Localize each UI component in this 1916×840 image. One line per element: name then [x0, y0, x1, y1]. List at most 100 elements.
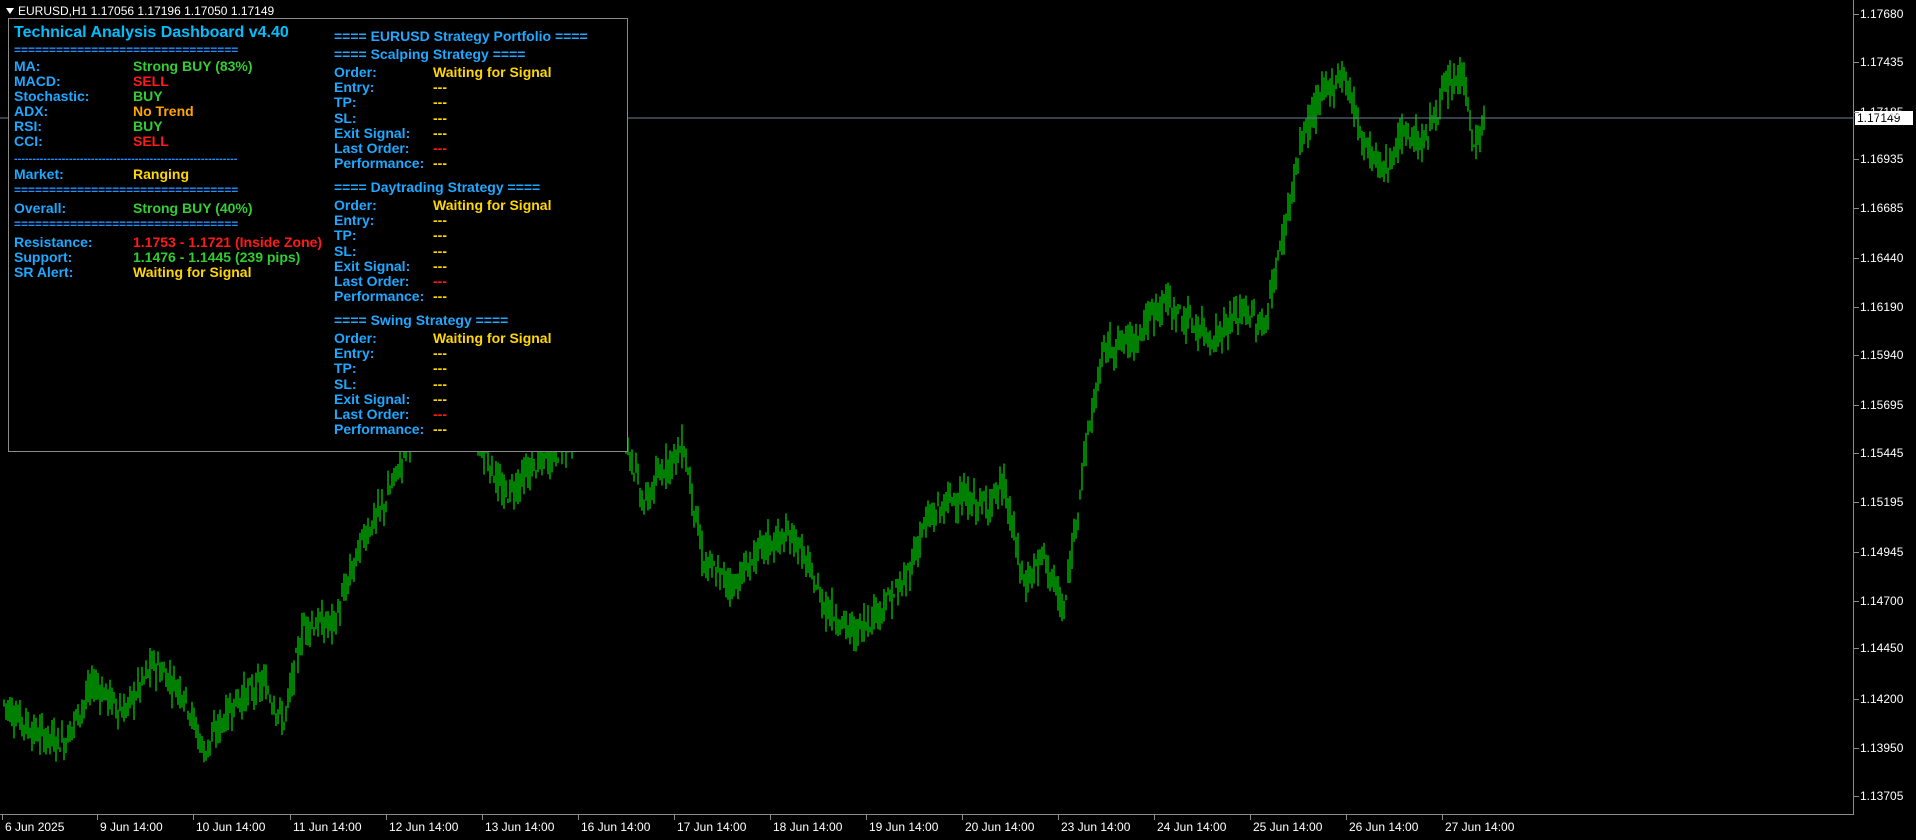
- price-axis-label: 1.14945: [1860, 545, 1904, 559]
- price-axis-tick: [1854, 601, 1859, 602]
- ma-label: MA:: [14, 58, 41, 74]
- price-axis-label: 1.17435: [1860, 55, 1904, 69]
- support-label: Support:: [14, 249, 73, 265]
- swing-entry-label: Entry:: [334, 345, 375, 362]
- scalping-sl-label: SL:: [334, 109, 357, 126]
- price-axis-tick: [1854, 453, 1859, 454]
- price-axis-tick: [1854, 796, 1859, 797]
- scalping-performance-label: Performance:: [334, 155, 425, 172]
- sr-alert-value: Waiting for Signal: [133, 264, 252, 280]
- time-axis-label: 26 Jun 14:00: [1349, 820, 1419, 834]
- price-axis-label: 1.15695: [1860, 398, 1904, 412]
- swing-performance-value: ---: [433, 421, 447, 438]
- daytrading-strategy-title: ==== Daytrading Strategy ====: [334, 179, 541, 195]
- time-axis-label: 18 Jun 14:00: [773, 820, 843, 834]
- dashboard-title: Technical Analysis Dashboard v4.40: [14, 24, 289, 41]
- time-axis-tick: [1154, 815, 1155, 820]
- macd-value: SELL: [133, 73, 169, 89]
- time-axis-tick: [674, 815, 675, 820]
- time-axis-tick: [866, 815, 867, 820]
- sr-alert-label: SR Alert:: [14, 264, 74, 280]
- macd-label: MACD:: [14, 73, 61, 89]
- time-axis-label: 27 Jun 14:00: [1445, 820, 1515, 834]
- separator: ================================: [14, 183, 239, 197]
- scalping-exit-signal-label: Exit Signal:: [334, 124, 411, 141]
- daytrading-last-order-label: Last Order:: [334, 273, 410, 289]
- time-axis-tick: [482, 815, 483, 820]
- cci-label: CCI:: [14, 133, 43, 149]
- scalping-exit-signal-value: ---: [433, 124, 447, 141]
- price-axis-tick: [1854, 748, 1859, 749]
- ma-value: Strong BUY (83%): [133, 58, 253, 74]
- swing-tp-label: TP:: [334, 360, 357, 377]
- scalping-sl-value: ---: [433, 109, 447, 126]
- stochastic-value: BUY: [133, 88, 163, 104]
- daytrading-sl-label: SL:: [334, 242, 357, 259]
- swing-last-order-label: Last Order:: [334, 406, 410, 422]
- time-axis-label: 23 Jun 14:00: [1061, 820, 1131, 834]
- analysis-dashboard: Technical Analysis Dashboard v4.40 =====…: [8, 18, 628, 452]
- resistance-label: Resistance:: [14, 234, 93, 250]
- scalping-order-label: Order:: [334, 64, 377, 80]
- price-axis-label: 1.16935: [1860, 152, 1904, 166]
- price-axis-label: 1.16440: [1860, 251, 1904, 265]
- swing-sl-value: ---: [433, 375, 447, 392]
- price-axis-label: 1.17185: [1860, 105, 1904, 119]
- time-axis-label: 16 Jun 14:00: [581, 820, 651, 834]
- time-axis-label: 12 Jun 14:00: [389, 820, 459, 834]
- time-axis-label: 6 Jun 2025: [5, 820, 65, 834]
- time-axis-label: 17 Jun 14:00: [677, 820, 747, 834]
- time-axis-tick: [1058, 815, 1059, 820]
- overall-value: Strong BUY (40%): [133, 200, 253, 216]
- time-axis-tick: [290, 815, 291, 820]
- chart-title: EURUSD,H1 1.17056 1.17196 1.17050 1.1714…: [6, 4, 274, 18]
- swing-sl-label: SL:: [334, 375, 357, 392]
- scalping-last-order-value: ---: [433, 140, 447, 156]
- time-axis-label: 10 Jun 14:00: [196, 820, 266, 834]
- price-axis-tick: [1854, 552, 1859, 553]
- time-axis-tick: [97, 815, 98, 820]
- stochastic-label: Stochastic:: [14, 88, 90, 104]
- price-axis-tick: [1854, 258, 1859, 259]
- time-axis-label: 19 Jun 14:00: [869, 820, 939, 834]
- price-axis-label: 1.16685: [1860, 201, 1904, 215]
- daytrading-performance-label: Performance:: [334, 288, 425, 305]
- scalping-tp-value: ---: [433, 94, 447, 111]
- time-axis-tick: [578, 815, 579, 820]
- daytrading-performance-value: ---: [433, 288, 447, 305]
- price-axis-tick: [1854, 502, 1859, 503]
- time-axis-label: 20 Jun 14:00: [965, 820, 1035, 834]
- separator: ================================: [14, 217, 239, 231]
- time-axis-tick: [386, 815, 387, 820]
- market-value: Ranging: [133, 166, 189, 182]
- price-axis-tick: [1854, 62, 1859, 63]
- adx-value: No Trend: [133, 103, 194, 119]
- time-axis-label: 11 Jun 14:00: [293, 820, 362, 834]
- scalping-last-order-label: Last Order:: [334, 140, 410, 156]
- daytrading-exit-signal-label: Exit Signal:: [334, 257, 411, 274]
- price-axis-tick: [1854, 208, 1859, 209]
- price-axis-label: 1.17680: [1860, 7, 1904, 21]
- swing-entry-value: ---: [433, 345, 447, 362]
- price-axis-label: 1.13950: [1860, 741, 1904, 755]
- daytrading-last-order-value: ---: [433, 273, 447, 289]
- market-label: Market:: [14, 166, 64, 182]
- price-axis-label: 1.14450: [1860, 641, 1904, 655]
- price-axis-tick: [1854, 699, 1859, 700]
- daytrading-exit-signal-value: ---: [433, 257, 447, 274]
- time-axis-label: 13 Jun 14:00: [485, 820, 555, 834]
- resistance-value: 1.1753 - 1.1721 (Inside Zone): [133, 234, 323, 250]
- swing-strategy-title: ==== Swing Strategy ====: [334, 312, 509, 328]
- daytrading-entry-label: Entry:: [334, 212, 375, 229]
- rsi-value: BUY: [133, 118, 163, 134]
- time-axis-label: 9 Jun 14:00: [100, 820, 163, 834]
- time-axis-tick: [1346, 815, 1347, 820]
- swing-tp-value: ---: [433, 360, 447, 377]
- cci-value: SELL: [133, 133, 169, 149]
- overall-label: Overall:: [14, 200, 67, 216]
- dropdown-triangle-icon[interactable]: [6, 8, 14, 14]
- time-axis-tick: [962, 815, 963, 820]
- swing-last-order-value: ---: [433, 406, 447, 422]
- daytrading-sl-value: ---: [433, 242, 447, 259]
- time-axis-tick: [770, 815, 771, 820]
